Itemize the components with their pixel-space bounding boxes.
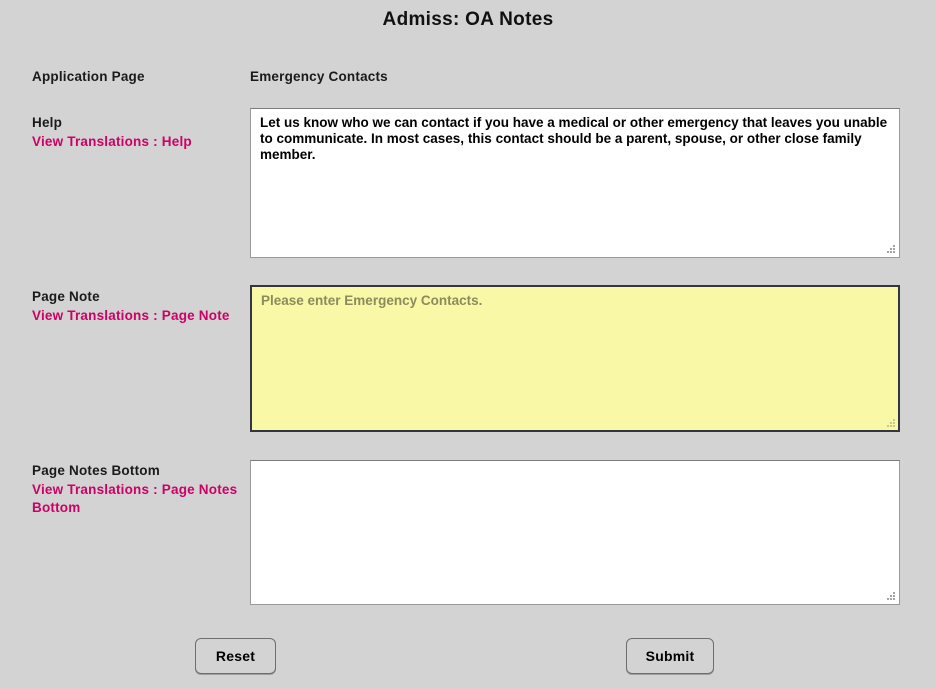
page-note-textarea[interactable]	[250, 285, 900, 432]
resize-grip-icon[interactable]	[887, 419, 896, 428]
view-translations-help-link[interactable]: View Translations : Help	[32, 133, 250, 151]
view-translations-page-notes-bottom-link[interactable]: View Translations : Page Notes Bottom	[32, 481, 250, 517]
page-notes-bottom-textarea[interactable]	[250, 460, 900, 605]
help-label: Help	[32, 115, 250, 130]
help-field-wrapper: Let us know who we can contact if you ha…	[250, 108, 900, 258]
page-note-label: Page Note	[32, 289, 250, 304]
emergency-contacts-header: Emergency Contacts	[250, 69, 388, 84]
submit-button[interactable]: Submit	[626, 638, 714, 674]
reset-button[interactable]: Reset	[195, 638, 276, 674]
page-title: Admiss: OA Notes	[0, 9, 936, 31]
page-notes-bottom-label: Page Notes Bottom	[32, 463, 250, 478]
page-notes-bottom-field-wrapper	[250, 460, 900, 605]
resize-grip-icon[interactable]	[887, 592, 896, 601]
help-textarea[interactable]: Let us know who we can contact if you ha…	[250, 108, 900, 258]
view-translations-page-note-link[interactable]: View Translations : Page Note	[32, 307, 250, 325]
resize-grip-icon[interactable]	[887, 245, 896, 254]
application-page-header: Application Page	[32, 69, 145, 84]
oa-notes-page: Admiss: OA Notes Application Page Emerge…	[0, 0, 936, 689]
page-note-field-wrapper	[250, 285, 900, 432]
